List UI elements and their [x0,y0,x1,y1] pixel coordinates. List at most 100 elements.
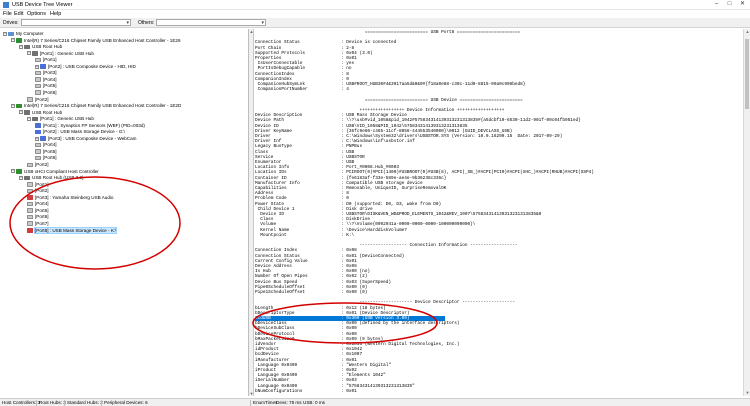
tree-item[interactable]: − Intel(R) 7 Series/C216 Chipset Family U… [11,103,181,110]
menu-file[interactable]: File [3,11,12,17]
tree-item[interactable]: [Port2] [27,97,49,104]
tree-item[interactable]: [Port6] [27,214,49,221]
tree-item-label: [Port2] [35,96,49,102]
ctrl-icon [16,169,22,174]
hub-icon [24,175,30,181]
tree-item[interactable]: [Port7] [27,221,49,228]
collapse-icon[interactable]: − [11,38,15,43]
tree-item-label: USB Root Hub [32,44,63,50]
tree-item[interactable]: [Port2] [27,188,49,195]
status-divider [101,400,102,406]
menu-options[interactable]: Options [27,11,46,17]
tree-item[interactable]: [Port6] [35,155,57,162]
expand-icon[interactable]: + [35,136,39,141]
tree-item[interactable]: [Port4] [35,77,57,84]
port-icon [35,77,41,82]
tree-item[interactable]: [Port5] [27,208,49,215]
status-enum-times: EnumTimes [253,400,278,405]
scroll-down-icon[interactable]: ▼ [249,391,254,396]
menu-help[interactable]: Help [50,11,61,17]
tree-scrollbar[interactable]: ▲ ▼ [249,29,254,396]
pc-icon [8,31,14,37]
tree-item-label: [Port3] : USB Composite Device - WebCam [48,135,137,141]
tree-item[interactable]: [Port8] : USB Mass Storage Device - K:\ [27,226,118,235]
tree-item[interactable]: [Port1] [35,57,57,64]
tree-item-label: [Port6] [43,155,57,161]
tree-item-label: [Port1] [43,57,57,63]
collapse-icon[interactable]: − [27,51,31,56]
detail-value: : 4 [341,87,349,93]
collapse-icon[interactable]: − [19,110,23,115]
dev-blue-icon [40,136,46,141]
dev-blue-icon [40,64,46,69]
scroll-down-icon[interactable]: ▼ [744,390,750,396]
minimize-button[interactable]: – [710,0,723,9]
port-icon [27,221,33,226]
dev-icon [27,228,33,233]
close-button[interactable]: ✕ [736,0,749,9]
tree-item[interactable]: [Port4] [35,142,57,149]
scrollbar-thumb[interactable] [745,39,749,109]
tree-item[interactable]: − My Computer [3,31,44,38]
tree-item[interactable]: − [Port1] : Generic USB Hub [27,51,94,58]
title-bar: USB Device Tree Viewer – □ ✕ [0,0,750,10]
detail-line[interactable]: bNumConfigurations: 0x01 [255,389,357,394]
drives-select[interactable]: ▾ [21,19,131,26]
tree-item[interactable]: [Port1] [27,182,49,189]
tree-item[interactable]: [Port3] [35,70,57,77]
collapse-icon[interactable]: − [3,31,7,36]
detail-value: : USB#ROOT_HUB30#4&3917aa5d&0&0#{f18a0e8… [341,82,526,87]
port-icon [35,90,41,95]
others-select[interactable]: ▾ [156,19,266,26]
status-standard-hubs: Standard Hubs: 2 [67,400,103,405]
tree-item[interactable]: − [Port1] : Generic USB Hub [27,116,94,123]
tree-item[interactable]: [Port1] : Synaptics FP Sensors (WBF) (PI… [35,123,145,130]
status-bar: Host Controllers: 3 Root Hubs: 3 Standar… [0,398,750,406]
scroll-up-icon[interactable]: ▲ [249,29,254,34]
detail-scrollbar[interactable]: ▲ ▼ [743,29,750,396]
toolbar: Drives: ▾ Others: ▾ [0,18,750,28]
tree-item[interactable]: [Port4] [27,201,49,208]
expand-icon[interactable]: + [35,64,39,69]
tree-item-label: Intel(R) 7 Series/C216 Chipset Family US… [24,37,181,43]
collapse-icon[interactable]: − [11,103,15,108]
tree-item[interactable]: [Port5] [35,149,57,156]
scroll-up-icon[interactable]: ▲ [744,29,750,35]
tree-item[interactable]: [Port6] [35,90,57,97]
tree-item-label: [Port8] : USB Mass Storage Device - K:\ [33,226,118,234]
tree-item[interactable]: + [Port3] : USB Composite Device - WebCam [35,136,137,143]
tree-item-label: [Port1] : Generic USB Hub [40,116,94,122]
tree-item[interactable]: − USB Root Hub (USB 3.0) [19,175,84,182]
tree-item-label: My Computer [16,31,44,36]
tree-item[interactable]: [Port2] [27,162,49,169]
dev-icon [27,195,33,200]
collapse-icon[interactable]: − [27,116,31,121]
ctrl-icon [16,103,22,109]
device-tree[interactable]: − My Computer − Intel(R) 7 Series/C216 Chip… [0,29,249,396]
tree-item[interactable]: [Port5] [35,83,57,90]
hub-icon [24,110,30,115]
detail-value: ======================== USB Device ====… [341,97,523,103]
tree-item-label: [Port2] [35,162,49,167]
collapse-icon[interactable]: − [19,44,23,49]
port-icon [35,57,41,63]
menu-edit[interactable]: Edit [14,11,23,17]
usb-app-icon [3,2,9,8]
collapse-icon[interactable]: − [11,169,15,174]
collapse-icon[interactable]: − [19,175,23,180]
tree-item[interactable]: [Port3] : Yamaha Steinberg USB Audio [27,195,113,202]
detail-pane[interactable]: ======================== USB Port8 =====… [255,29,743,396]
detail-value: ------------------ Connection Informatio… [341,243,518,249]
tree-item[interactable]: [Port2] : USB Mass Storage Device - G:\ [35,129,125,136]
status-divider [64,400,65,406]
tree-item[interactable]: + [Port2] : USB Composite Device - HID, H… [35,64,136,71]
tree-item[interactable]: − USB xHCI Compliant Host Controller [11,169,99,176]
port-icon [27,188,33,194]
maximize-button[interactable]: □ [723,0,736,9]
detail-value: : 0x00 (defined by the interface descrip… [341,321,460,327]
tree-item[interactable]: − USB Root Hub [19,110,62,117]
port-icon [35,142,41,148]
tree-item[interactable]: − Intel(R) 7 Series/C216 Chipset Family U… [11,38,181,45]
tree-item[interactable]: − USB Root Hub [19,44,62,51]
detail-value: : USBSTOR\DISK&VEN_WD&PROD_ELEMENTS_1042… [341,212,542,217]
